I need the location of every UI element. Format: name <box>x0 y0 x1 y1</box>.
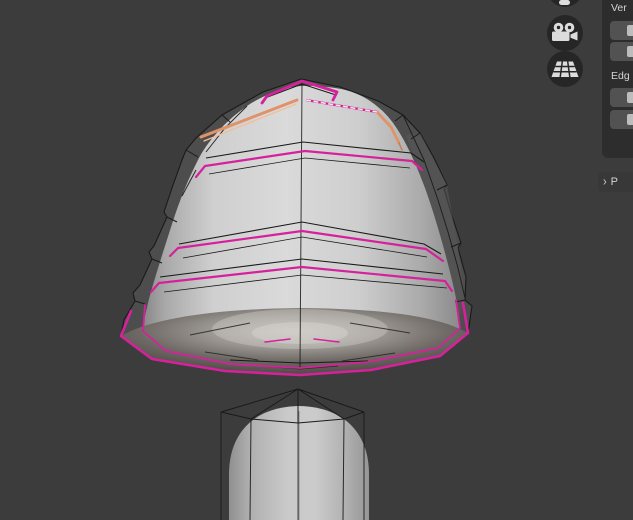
gizmo-camera-button[interactable] <box>547 15 583 51</box>
truncated-button-icon <box>627 114 633 125</box>
gizmo-grid-button[interactable] <box>547 51 583 87</box>
viewport-3d[interactable]: Ver Edg › P <box>0 0 633 520</box>
capsule-mesh[interactable] <box>220 388 369 520</box>
edge-button-1[interactable] <box>610 88 633 107</box>
chevron-right-icon: › <box>603 174 607 190</box>
truncated-button-icon <box>627 46 633 57</box>
collapsed-panel-header[interactable]: › P <box>598 172 633 192</box>
partial-glyph <box>559 0 570 5</box>
gizmo-partial-button[interactable] <box>547 0 583 7</box>
scene-canvas[interactable] <box>0 0 633 520</box>
vertex-button-2[interactable] <box>610 42 633 61</box>
edge-section-label: Edg <box>611 70 630 82</box>
sidebar-panel: Ver Edg <box>602 0 633 158</box>
dome-mesh[interactable] <box>119 78 473 377</box>
edge-button-2[interactable] <box>610 110 633 129</box>
truncated-button-icon <box>627 25 633 36</box>
collapsed-panel-label: P <box>610 176 619 188</box>
truncated-button-icon <box>627 92 633 103</box>
vertex-section-label: Ver <box>611 2 627 14</box>
vertex-button-1[interactable] <box>610 21 633 40</box>
